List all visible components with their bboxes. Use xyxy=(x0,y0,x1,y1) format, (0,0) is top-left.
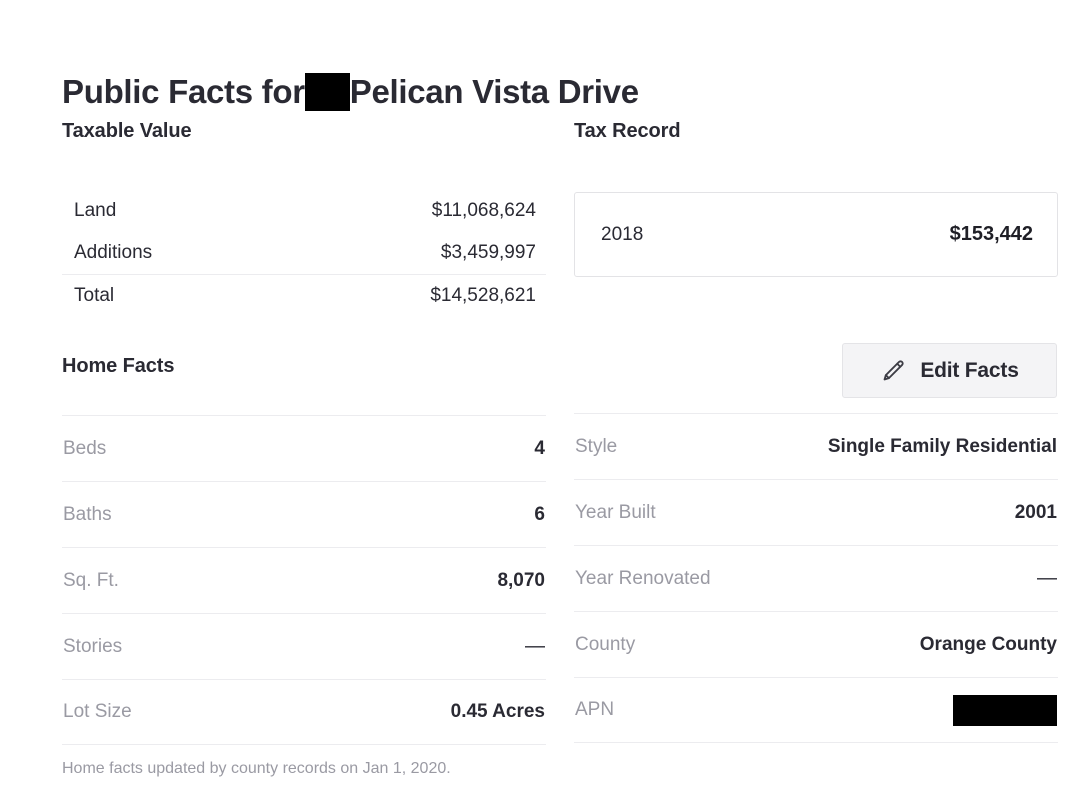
row-value: 4 xyxy=(534,437,545,459)
redacted-apn-value xyxy=(953,694,1057,726)
row-label: Lot Size xyxy=(63,701,132,722)
table-row: Baths 6 xyxy=(62,481,546,547)
taxable-value-heading: Taxable Value xyxy=(62,120,192,142)
row-label: County xyxy=(575,633,636,655)
home-facts-heading: Home Facts xyxy=(62,355,175,377)
page-title-suffix: Pelican Vista Drive xyxy=(349,73,639,111)
page-title-prefix: Public Facts for xyxy=(62,73,305,111)
tax-record-amount: $153,442 xyxy=(949,223,1033,245)
row-label: Land xyxy=(74,200,117,221)
row-value: $11,068,624 xyxy=(431,200,536,221)
row-value: — xyxy=(1037,567,1057,589)
table-row: Lot Size 0.45 Acres xyxy=(62,679,546,745)
tax-record-card: 2018 $153,442 xyxy=(574,192,1058,277)
tax-record-heading: Tax Record xyxy=(574,120,681,142)
row-value: 2001 xyxy=(1014,501,1057,523)
row-label: APN xyxy=(575,699,615,720)
home-facts-right-table: Style Single Family Residential Year Bui… xyxy=(574,413,1058,743)
row-label: Total xyxy=(74,285,115,306)
table-row: APN xyxy=(574,677,1058,743)
tax-record-section: Tax Record 2018 $153,442 xyxy=(574,118,1058,277)
table-row: County Orange County xyxy=(574,611,1058,677)
page-title: Public Facts for Pelican Vista Drive xyxy=(62,70,639,114)
row-value: Orange County xyxy=(919,633,1057,655)
row-value: $3,459,997 xyxy=(440,242,536,263)
row-label: Beds xyxy=(63,437,107,459)
tax-record-year: 2018 xyxy=(601,223,644,245)
table-row: Stories — xyxy=(62,613,546,679)
row-label: Additions xyxy=(74,242,153,263)
row-value: — xyxy=(525,635,545,657)
public-facts-page: Public Facts for Pelican Vista Drive Tax… xyxy=(0,0,1080,805)
home-facts-left-table: Beds 4 Baths 6 Sq. Ft. 8,070 Stories — L… xyxy=(62,415,546,745)
pencil-icon xyxy=(880,358,906,384)
edit-facts-label: Edit Facts xyxy=(920,358,1019,382)
row-label: Style xyxy=(575,435,618,457)
row-label: Year Renovated xyxy=(575,567,711,589)
row-value: 8,070 xyxy=(497,569,545,591)
table-row: Additions $3,459,997 xyxy=(62,232,546,274)
row-value: 6 xyxy=(534,503,545,525)
row-label: Sq. Ft. xyxy=(63,569,119,591)
taxable-value-table: Land $11,068,624 Additions $3,459,997 To… xyxy=(62,190,546,316)
home-facts-footnote: Home facts updated by county records on … xyxy=(62,760,451,777)
taxable-value-section: Taxable Value Land $11,068,624 Additions… xyxy=(62,118,546,316)
table-row: Style Single Family Residential xyxy=(574,413,1058,479)
table-row: Sq. Ft. 8,070 xyxy=(62,547,546,613)
row-value: 0.45 Acres xyxy=(450,701,545,722)
row-label: Baths xyxy=(63,503,112,525)
table-row: Beds 4 xyxy=(62,415,546,481)
edit-facts-button[interactable]: Edit Facts xyxy=(842,343,1057,398)
row-label: Stories xyxy=(63,635,123,657)
redacted-street-number xyxy=(304,73,350,112)
row-value: $14,528,621 xyxy=(430,285,536,306)
row-value: Single Family Residential xyxy=(827,435,1057,457)
table-row: Year Built 2001 xyxy=(574,479,1058,545)
table-row: Year Renovated — xyxy=(574,545,1058,611)
row-label: Year Built xyxy=(575,501,656,523)
table-row: Land $11,068,624 xyxy=(62,190,546,232)
table-row: Total $14,528,621 xyxy=(62,274,546,316)
